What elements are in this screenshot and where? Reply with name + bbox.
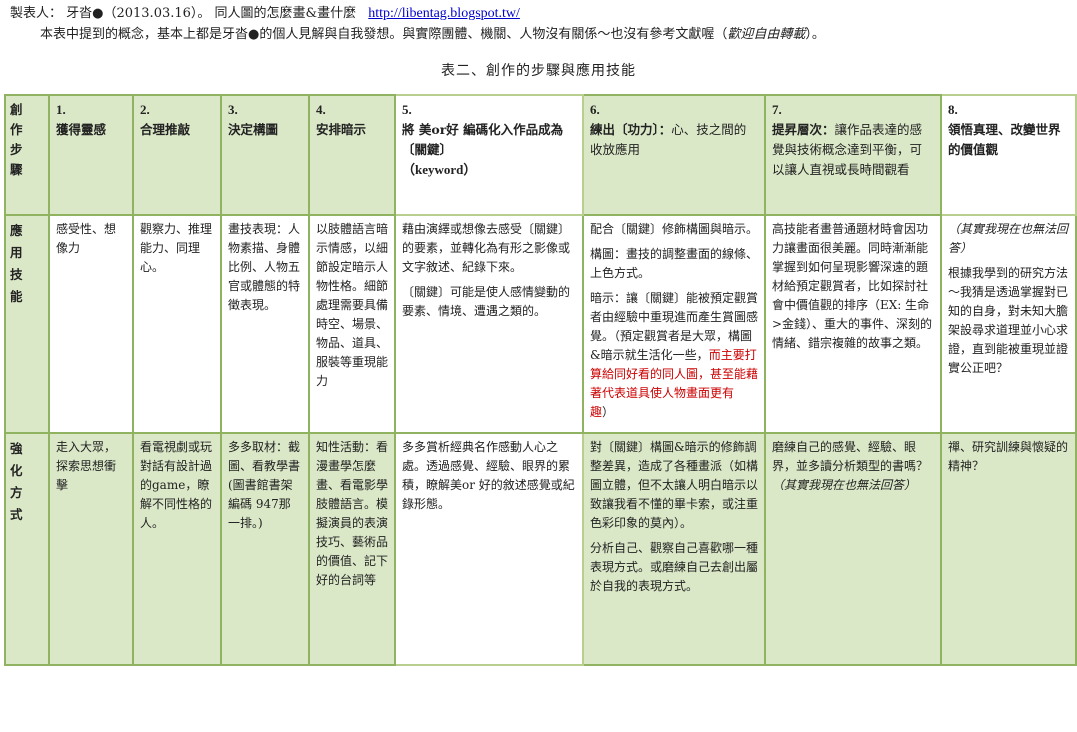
strengthen-2: 看電視劇或玩對話有設計過的game，瞭解不同性格的人。: [132, 432, 222, 666]
blog-link[interactable]: http://libentag.blogspot.tw/: [368, 6, 520, 21]
step-8: 8. 領悟真理、改變世界的價值觀: [940, 94, 1077, 216]
skill-4: 以肢體語言暗示情感，以細節設定暗示人物性格。細節處理需要具備時空、場景、物品、道…: [308, 214, 396, 434]
step-3: 3. 決定構圖: [220, 94, 310, 216]
step-7: 7. 提昇層次：讓作品表達的感覺與技術概念達到平衡，可以讓人直視或長時間觀看: [764, 94, 942, 216]
strengthen-7: 磨練自己的感覺、經驗、眼界，並多讀分析類型的書嗎？（其實我現在也無法回答）: [764, 432, 942, 666]
table-title: 表二、創作的步驟與應用技能: [441, 63, 636, 79]
table-row: 應用技能 感受性、想像力 觀察力、推理能力、同理心。 畫技表現：人物素描、身體比…: [4, 214, 1077, 434]
strengthen-8: 禪、研究訓練與懷疑的精神？: [940, 432, 1077, 666]
skill-8: （其實我現在也無法回答） 根據我學到的研究方法～我猜是透過掌握對已知的自身，對未知…: [940, 214, 1077, 434]
row-label-strengthen: 強化方式: [4, 432, 50, 666]
step-5: 5. 將 美or好 編碼化入作品成為〔關鍵〕 （keyword）: [394, 94, 584, 216]
step-6: 6. 練出〔功力〕：心、技之間的收放應用: [582, 94, 766, 216]
header-line: 製表人： 牙沓●（2013.03.16）。 同人圖的怎麼畫&畫什麼 http:/…: [10, 4, 520, 24]
strengthen-5: 多多賞析經典名作感動人心之處。透過感覺、經驗、眼界的累積，瞭解美or 好的敘述感…: [394, 432, 584, 666]
skill-3: 畫技表現：人物素描、身體比例、人物五官或體態的特徵表現。: [220, 214, 310, 434]
creation-steps-table: 創作步驟 1. 獲得靈感 2. 合理推敲 3. 決定構圖 4. 安排暗示 5. 將 美or…: [4, 94, 1077, 666]
skill-1: 感受性、想像力: [48, 214, 134, 434]
table-row: 強化方式 走入大眾，探索思想衝擊 看電視劇或玩對話有設計過的game，瞭解不同性…: [4, 432, 1077, 666]
step-2: 2. 合理推敲: [132, 94, 222, 216]
strengthen-6: 對〔關鍵〕構圖&暗示的修飾調整差異，造成了各種畫派（如構圖立體，但不太讓人明白暗…: [582, 432, 766, 666]
skill-2: 觀察力、推理能力、同理心。: [132, 214, 222, 434]
skill-7: 高技能者畫普通題材時會因功力讓畫面很美麗。同時漸漸能掌握到如何呈現影響深遠的題材…: [764, 214, 942, 434]
strengthen-4: 知性活動：看漫畫學怎麼畫、看電影學肢體語言。模擬演員的表演技巧、藝術品的價值、記…: [308, 432, 396, 666]
author-line: 製表人： 牙沓●（2013.03.16）。 同人圖的怎麼畫&畫什麼: [10, 6, 357, 21]
row-label-skills: 應用技能: [4, 214, 50, 434]
notice-text: 本表中提到的概念，基本上都是牙沓●的個人見解與自我發想。與實際團體、機關、人物沒…: [40, 27, 728, 42]
step-4: 4. 安排暗示: [308, 94, 396, 216]
notice-line: 本表中提到的概念，基本上都是牙沓●的個人見解與自我發想。與實際團體、機關、人物沒…: [40, 25, 825, 45]
row-label-steps: 創作步驟: [4, 94, 50, 216]
step-1: 1. 獲得靈感: [48, 94, 134, 216]
notice-italic: 歡迎自由轉載: [727, 27, 806, 42]
skill-6: 配合〔關鍵〕修飾構圖與暗示。 構圖：畫技的調整畫面的線條、上色方式。 暗示：讓〔關鍵…: [582, 214, 766, 434]
strengthen-3: 多多取材：截圖、看教學書(圖書館書架編碼 947那一排。): [220, 432, 310, 666]
table-row: 創作步驟 1. 獲得靈感 2. 合理推敲 3. 決定構圖 4. 安排暗示 5. 將 美or…: [4, 94, 1077, 216]
strengthen-1: 走入大眾，探索思想衝擊: [48, 432, 134, 666]
skill-5: 藉由演繹或想像去感受〔關鍵〕的要素，並轉化為有形之影像或文字敘述、紀錄下來。 〔關…: [394, 214, 584, 434]
notice-end: ）。: [805, 27, 825, 42]
